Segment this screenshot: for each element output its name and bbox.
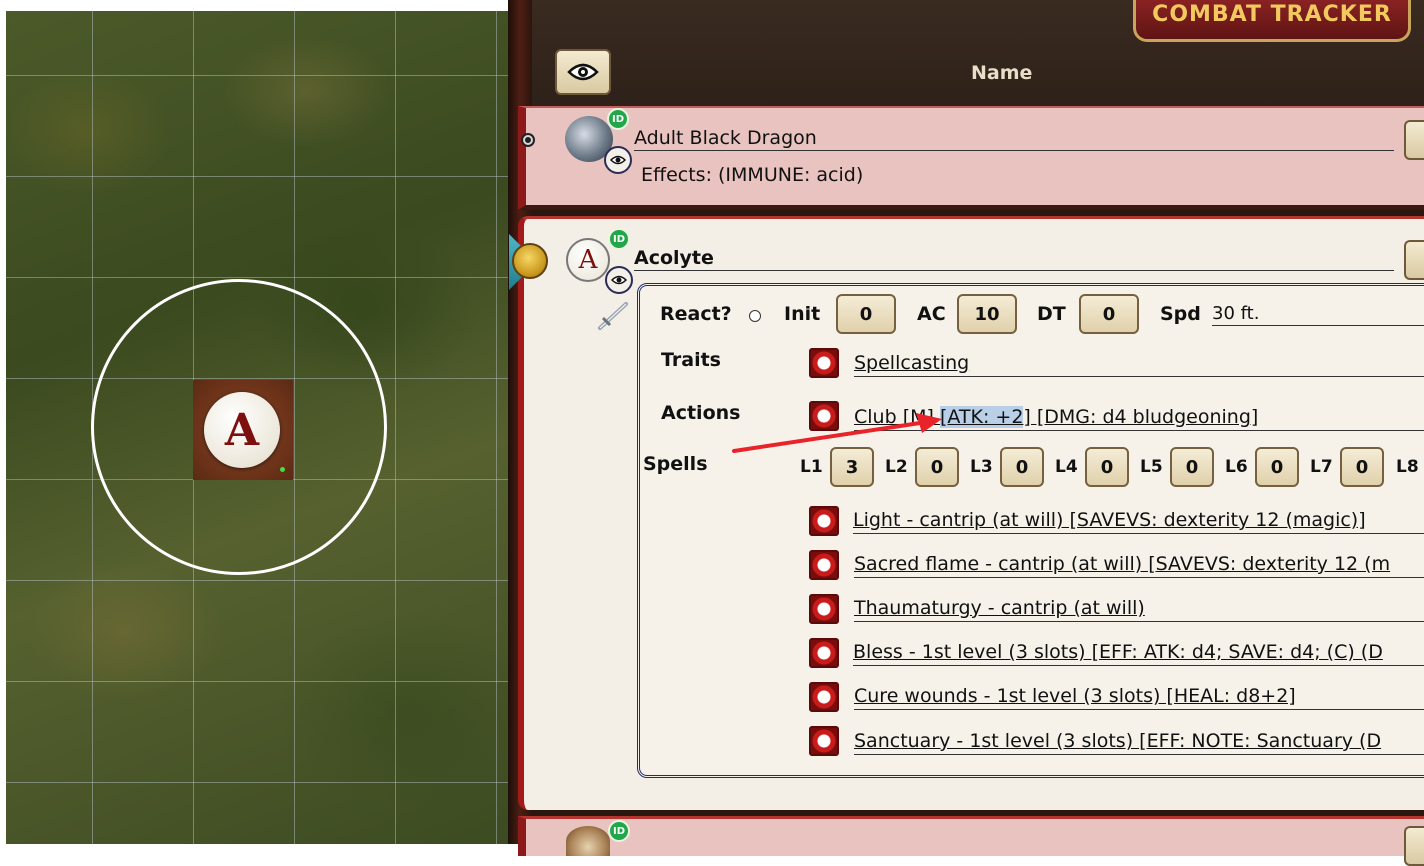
combatant-row-next[interactable]: [518, 816, 1424, 856]
spd-label: Spd: [1160, 303, 1201, 325]
slot-l7-label: L7: [1310, 457, 1333, 477]
spell-cure-wounds-icon[interactable]: [809, 682, 839, 712]
combatant-row-dragon[interactable]: [518, 106, 1424, 210]
action-club-suffix: ] [DMG: d4 bludgeoning]: [1023, 406, 1259, 428]
trait-spellcasting-icon[interactable]: [809, 348, 839, 378]
map-view[interactable]: A: [6, 11, 508, 844]
spell-light-underline: [853, 533, 1424, 534]
trait-underline: [854, 376, 1424, 377]
acolyte-map-token[interactable]: A: [204, 392, 280, 468]
slot-l1-field[interactable]: 3: [830, 447, 874, 487]
slot-l7-field[interactable]: 0: [1340, 447, 1384, 487]
next-combatant-portrait[interactable]: [566, 826, 610, 856]
acolyte-visibility-eye-icon[interactable]: [605, 266, 633, 294]
spell-thaumaturgy-icon[interactable]: [809, 594, 839, 624]
row-select-dot[interactable]: [521, 133, 535, 147]
trait-spellcasting[interactable]: Spellcasting: [854, 352, 969, 374]
spd-value[interactable]: 30 ft.: [1212, 303, 1259, 324]
spell-cure-wounds[interactable]: Cure wounds - 1st level (3 slots) [HEAL:…: [854, 685, 1296, 707]
dragon-row-side-button[interactable]: [1404, 120, 1424, 160]
slot-l4-label: L4: [1055, 457, 1078, 477]
slot-l5-label: L5: [1140, 457, 1163, 477]
react-radio[interactable]: [749, 310, 761, 322]
slot-l3-field[interactable]: 0: [1000, 447, 1044, 487]
spell-bless-icon[interactable]: [809, 638, 839, 668]
spell-thaumaturgy-underline: [854, 621, 1424, 622]
spell-thaumaturgy[interactable]: Thaumaturgy - cantrip (at will): [854, 597, 1145, 619]
eye-icon: [567, 63, 599, 81]
init-label: Init: [784, 303, 821, 325]
spell-sanctuary-underline: [854, 754, 1424, 755]
acolyte-name-underline: [634, 270, 1394, 271]
next-combatant-id-badge[interactable]: ID: [608, 820, 630, 842]
spell-sacred-flame-icon[interactable]: [809, 550, 839, 580]
acolyte-row-side-button[interactable]: [1404, 240, 1424, 280]
react-label: React?: [660, 303, 732, 325]
slot-l6-label: L6: [1225, 457, 1248, 477]
token-status-dot: [280, 467, 285, 472]
spell-light-icon[interactable]: [809, 506, 839, 536]
spell-light[interactable]: Light - cantrip (at will) [SAVEVS: dexte…: [853, 509, 1424, 531]
visibility-toggle-button[interactable]: [555, 49, 611, 95]
slot-l5-field[interactable]: 0: [1170, 447, 1214, 487]
slot-l4-field[interactable]: 0: [1085, 447, 1129, 487]
slot-l3-label: L3: [970, 457, 993, 477]
spell-sanctuary[interactable]: Sanctuary - 1st level (3 slots) [EFF: NO…: [854, 730, 1414, 752]
dragon-id-badge[interactable]: ID: [607, 108, 629, 130]
dt-field[interactable]: 0: [1079, 294, 1139, 334]
slot-l1-label: L1: [800, 457, 823, 477]
active-turn-coin-icon: [512, 243, 548, 279]
spell-sanctuary-icon[interactable]: [809, 726, 839, 756]
ac-label: AC: [917, 303, 946, 325]
slot-l2-field[interactable]: 0: [915, 447, 959, 487]
dt-label: DT: [1037, 303, 1066, 325]
spell-bless[interactable]: Bless - 1st level (3 slots) [EFF: ATK: d…: [853, 641, 1414, 663]
tracker-title-tab: COMBAT TRACKER: [1133, 0, 1411, 42]
spells-label: Spells: [643, 453, 708, 475]
dragon-name[interactable]: Adult Black Dragon: [634, 127, 817, 149]
name-column-header[interactable]: Name: [971, 62, 1032, 84]
init-field[interactable]: 0: [836, 294, 896, 334]
dragon-name-underline: [634, 150, 1394, 151]
next-row-side-button[interactable]: [1404, 826, 1424, 866]
spell-cure-wounds-underline: [854, 709, 1424, 710]
acolyte-name[interactable]: Acolyte: [634, 247, 714, 269]
spell-sacred-flame-underline: [854, 577, 1424, 578]
traits-label: Traits: [661, 349, 721, 371]
tracker-title: COMBAT TRACKER: [1152, 2, 1392, 27]
ac-field[interactable]: 10: [957, 294, 1017, 334]
dragon-visibility-eye-icon[interactable]: [604, 146, 632, 174]
spd-underline: [1212, 325, 1424, 326]
acolyte-id-badge[interactable]: ID: [608, 228, 630, 250]
slot-l2-label: L2: [885, 457, 908, 477]
slot-l6-field[interactable]: 0: [1255, 447, 1299, 487]
acolyte-portrait-token[interactable]: A: [566, 238, 610, 282]
spell-bless-underline: [853, 665, 1424, 666]
slot-l8-label: L8: [1396, 457, 1419, 477]
dragon-effects: Effects: (IMMUNE: acid): [641, 164, 864, 186]
sword-icon[interactable]: [594, 298, 632, 334]
spell-sacred-flame[interactable]: Sacred flame - cantrip (at will) [SAVEVS…: [854, 553, 1414, 575]
